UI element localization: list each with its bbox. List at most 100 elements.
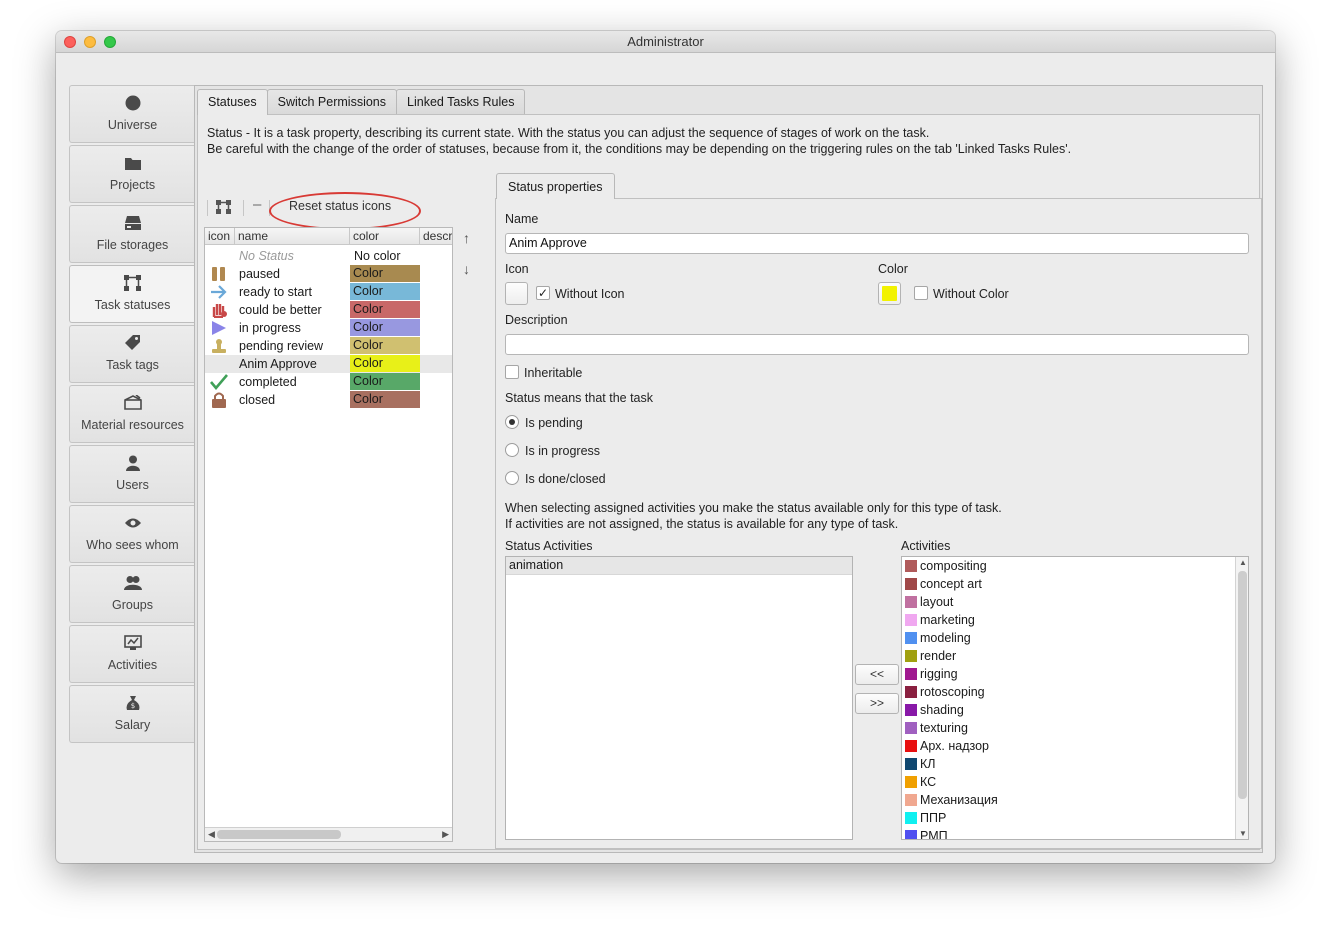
table-row[interactable]: closed Color — [205, 391, 452, 409]
sidebar-item-projects[interactable]: Projects — [69, 145, 195, 203]
scroll-up-icon[interactable]: ▲ — [1239, 558, 1247, 567]
vertical-scrollbar[interactable]: ▲ ▼ — [1235, 557, 1248, 839]
tab-statuses[interactable]: Statuses — [197, 89, 268, 115]
activity-color-swatch — [905, 614, 917, 626]
sidebar-item-salary[interactable]: $ Salary — [69, 685, 195, 743]
status-name: Anim Approve — [239, 357, 317, 371]
add-status-button[interactable] — [215, 198, 233, 218]
status-color-cell[interactable]: Color — [350, 265, 420, 282]
scroll-left-icon[interactable]: ◀ — [208, 829, 215, 840]
column-header-description[interactable]: descri — [420, 228, 452, 245]
move-right-button[interactable]: >> — [855, 693, 899, 714]
name-label: Name — [505, 212, 539, 226]
is-pending-radio[interactable] — [505, 415, 519, 429]
without-icon-checkbox[interactable]: ✓ — [536, 286, 550, 300]
sidebar-item-file-storages[interactable]: File storages — [69, 205, 195, 263]
list-item[interactable]: compositing — [902, 557, 1248, 575]
inheritable-label: Inheritable — [524, 366, 583, 380]
status-color: Color — [353, 284, 383, 298]
list-item[interactable]: animation — [506, 557, 852, 575]
status-color-cell[interactable]: Color — [350, 391, 420, 408]
sidebar-item-users[interactable]: Users — [69, 445, 195, 503]
sidebar-item-material-resources[interactable]: Material resources — [69, 385, 195, 443]
scroll-down-icon[interactable]: ▼ — [1239, 829, 1247, 838]
scrollbar-thumb[interactable] — [1238, 571, 1247, 799]
scrollbar-thumb[interactable] — [217, 830, 341, 839]
status-color-cell[interactable]: Color — [350, 319, 420, 336]
status-color-cell[interactable]: Color — [350, 283, 420, 300]
list-item[interactable]: Механизация — [902, 791, 1248, 809]
list-item[interactable]: marketing — [902, 611, 1248, 629]
close-window-button[interactable] — [64, 36, 76, 48]
status-color-cell[interactable]: Color — [350, 337, 420, 354]
list-item[interactable]: layout — [902, 593, 1248, 611]
table-row[interactable]: paused Color — [205, 265, 452, 283]
table-row[interactable]: could be better Color — [205, 301, 452, 319]
name-field[interactable]: Anim Approve — [505, 233, 1249, 254]
horizontal-scrollbar[interactable]: ◀ ▶ — [205, 827, 452, 841]
tab-status-properties[interactable]: Status properties — [496, 173, 615, 199]
administrator-window: Administrator Universe Projects File sto… — [56, 31, 1275, 863]
status-color-cell[interactable]: Color — [350, 301, 420, 318]
table-row[interactable]: ready to start Color — [205, 283, 452, 301]
status-color-cell[interactable]: Color — [350, 355, 420, 372]
status-table[interactable]: icon name color descri No Status No colo… — [204, 227, 453, 842]
sidebar-item-task-statuses[interactable]: Task statuses — [69, 265, 195, 323]
is-in-progress-radio[interactable] — [505, 443, 519, 457]
without-color-checkbox[interactable] — [914, 286, 928, 300]
activity-name: КС — [920, 775, 937, 789]
activity-name: layout — [920, 595, 954, 609]
activity-name: Механизация — [920, 793, 998, 807]
intro-line-1: Status - It is a task property, describi… — [207, 126, 930, 140]
status-color-cell[interactable]: Color — [350, 373, 420, 390]
activity-name: shading — [920, 703, 964, 717]
is-in-progress-label: Is in progress — [525, 444, 601, 458]
table-row-selected[interactable]: Anim Approve Color — [205, 355, 452, 373]
table-row[interactable]: pending review Color — [205, 337, 452, 355]
sidebar-item-label: File storages — [96, 238, 169, 252]
description-field[interactable] — [505, 334, 1249, 355]
tab-switch-permissions[interactable]: Switch Permissions — [266, 89, 398, 114]
activities-list[interactable]: compositing concept art layout marketing mod… — [901, 556, 1249, 840]
zoom-window-button[interactable] — [104, 36, 116, 48]
list-item[interactable]: concept art — [902, 575, 1248, 593]
sidebar-item-who-sees-whom[interactable]: Who sees whom — [69, 505, 195, 563]
list-item[interactable]: shading — [902, 701, 1248, 719]
sidebar-item-groups[interactable]: Groups — [69, 565, 195, 623]
minimize-window-button[interactable] — [84, 36, 96, 48]
list-item[interactable]: ППР — [902, 809, 1248, 827]
table-row[interactable]: No Status No color — [205, 247, 452, 265]
activities-note-1: When selecting assigned activities you m… — [505, 501, 1002, 515]
table-row[interactable]: in progress Color — [205, 319, 452, 337]
move-up-button[interactable]: ↑ — [463, 230, 470, 246]
list-item[interactable]: Арх. надзор — [902, 737, 1248, 755]
storage-icon — [70, 214, 195, 232]
tab-linked-tasks-rules[interactable]: Linked Tasks Rules — [396, 89, 526, 114]
is-done-closed-radio[interactable] — [505, 471, 519, 485]
column-header-icon[interactable]: icon — [205, 228, 235, 245]
list-item[interactable]: modeling — [902, 629, 1248, 647]
sidebar-item-universe[interactable]: Universe — [69, 85, 195, 143]
activity-color-swatch — [905, 578, 917, 590]
scroll-right-icon[interactable]: ▶ — [442, 829, 449, 840]
list-item[interactable]: КЛ — [902, 755, 1248, 773]
icon-picker-button[interactable] — [505, 282, 528, 305]
list-item[interactable]: rotoscoping — [902, 683, 1248, 701]
status-activities-list[interactable]: animation — [505, 556, 853, 840]
list-item[interactable]: РМП — [902, 827, 1248, 839]
inheritable-checkbox[interactable] — [505, 365, 519, 379]
list-item[interactable]: texturing — [902, 719, 1248, 737]
color-picker-button[interactable] — [878, 282, 901, 305]
list-item[interactable]: rigging — [902, 665, 1248, 683]
table-row[interactable]: completed Color — [205, 373, 452, 391]
sidebar-item-activities[interactable]: Activities — [69, 625, 195, 683]
money-bag-icon: $ — [70, 694, 195, 712]
remove-status-button[interactable]: – — [253, 196, 261, 216]
column-header-name[interactable]: name — [235, 228, 350, 245]
move-left-button[interactable]: << — [855, 664, 899, 685]
move-down-button[interactable]: ↓ — [463, 261, 470, 277]
list-item[interactable]: render — [902, 647, 1248, 665]
column-header-color[interactable]: color — [350, 228, 420, 245]
sidebar-item-task-tags[interactable]: Task tags — [69, 325, 195, 383]
list-item[interactable]: КС — [902, 773, 1248, 791]
